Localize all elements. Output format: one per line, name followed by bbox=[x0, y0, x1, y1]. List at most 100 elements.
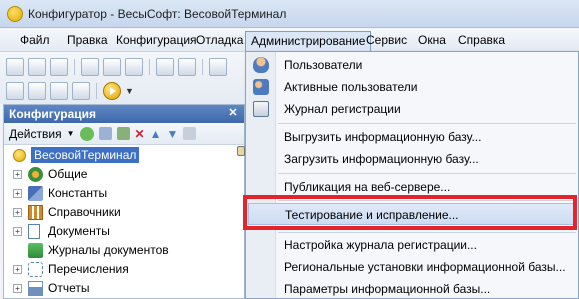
actions-dropdown-icon[interactable]: ▼ bbox=[67, 129, 75, 138]
menu-file[interactable]: Файл bbox=[17, 33, 53, 47]
run-dropdown-icon[interactable]: ▼ bbox=[125, 86, 134, 96]
expand-icon[interactable]: + bbox=[13, 208, 22, 217]
catalogs-icon bbox=[28, 205, 43, 220]
open-file-icon[interactable] bbox=[28, 58, 46, 76]
panel-title: Конфигурация bbox=[9, 107, 97, 121]
actions-menu[interactable]: Действия bbox=[9, 127, 62, 141]
new-file-icon[interactable] bbox=[6, 58, 24, 76]
reports-icon bbox=[28, 281, 43, 296]
tree-root[interactable]: ВесовойТерминал bbox=[4, 146, 245, 165]
tree-item-label: Перечисления bbox=[48, 262, 129, 276]
database-icon[interactable] bbox=[72, 82, 90, 100]
menu-edit[interactable]: Правка bbox=[64, 33, 111, 47]
move-down-icon[interactable]: ▼ bbox=[166, 127, 178, 141]
delete-icon[interactable]: ✕ bbox=[135, 127, 145, 141]
menu-item-label: Настройка журнала регистрации... bbox=[284, 238, 477, 252]
menu-item-label: Загрузить информационную базу... bbox=[284, 152, 479, 166]
tree-item-label: Журналы документов bbox=[48, 243, 169, 257]
menu-item-event-log[interactable]: Журнал регистрации bbox=[246, 98, 578, 120]
cut-icon[interactable] bbox=[81, 58, 99, 76]
menu-item-active-users[interactable]: Активные пользователи bbox=[246, 76, 578, 98]
config-icon[interactable] bbox=[50, 82, 68, 100]
panel-close-icon[interactable]: ✕ bbox=[226, 106, 240, 120]
tree-item-common[interactable]: + Общие bbox=[4, 165, 244, 184]
tree-root-label: ВесовойТерминал bbox=[31, 147, 140, 163]
move-up-icon[interactable]: ▲ bbox=[150, 127, 162, 141]
expand-icon[interactable]: + bbox=[13, 284, 22, 293]
config-tree: ВесовойТерминал + Общие + Константы + Сп… bbox=[4, 146, 245, 298]
menu-item-label: Пользователи bbox=[284, 58, 363, 72]
copy-item-icon[interactable] bbox=[116, 127, 130, 140]
toolbar-separator bbox=[74, 59, 75, 75]
toolbar-separator bbox=[96, 83, 97, 99]
menu-item-regional-settings[interactable]: Региональные установки информационной ба… bbox=[246, 256, 578, 278]
menu-service[interactable]: Сервис bbox=[363, 33, 410, 47]
enums-icon bbox=[28, 262, 43, 277]
log-icon bbox=[253, 101, 269, 117]
title-bar: Конфигуратор - ВесыСофт: ВесовойТерминал bbox=[0, 0, 579, 28]
lock-icon bbox=[237, 146, 245, 156]
administration-dropdown: Пользователи Активные пользователи Журна… bbox=[245, 51, 579, 299]
copy-icon[interactable] bbox=[103, 58, 121, 76]
panel-toolbar: Действия ▼ ✕ ▲ ▼ bbox=[4, 123, 244, 145]
tree-item-journals[interactable]: Журналы документов bbox=[4, 241, 244, 260]
expand-icon[interactable]: + bbox=[13, 189, 22, 198]
undo-icon[interactable] bbox=[209, 58, 227, 76]
tree-item-label: Документы bbox=[48, 224, 110, 238]
tree-item-label: Справочники bbox=[48, 205, 121, 219]
panel-header: Конфигурация ✕ bbox=[4, 105, 244, 123]
tree-item-enums[interactable]: + Перечисления bbox=[4, 260, 244, 279]
expand-icon[interactable]: + bbox=[13, 227, 22, 236]
documents-icon bbox=[28, 224, 40, 239]
menu-bar: Файл Правка Конфигурация Отладка Админис… bbox=[0, 29, 579, 52]
tree-item-documents[interactable]: + Документы bbox=[4, 222, 244, 241]
module-icon[interactable] bbox=[6, 82, 24, 100]
toolbar-separator bbox=[149, 59, 150, 75]
window-title: Конфигуратор - ВесыСофт: ВесовойТерминал bbox=[28, 7, 287, 21]
add-icon[interactable] bbox=[79, 126, 94, 141]
find-icon[interactable] bbox=[178, 58, 196, 76]
menu-separator bbox=[278, 173, 576, 174]
menu-item-web-publish[interactable]: Публикация на веб-сервере... bbox=[246, 176, 578, 198]
menu-item-db-parameters[interactable]: Параметры информационной базы... bbox=[246, 278, 578, 299]
toolbar-separator bbox=[202, 59, 203, 75]
save-icon[interactable] bbox=[50, 58, 68, 76]
tree-item-constants[interactable]: + Константы bbox=[4, 184, 244, 203]
paste-icon[interactable] bbox=[125, 58, 143, 76]
menu-item-label: Активные пользователи bbox=[284, 80, 418, 94]
constants-icon bbox=[28, 186, 43, 201]
menu-item-label: Тестирование и исправление... bbox=[285, 208, 459, 222]
menu-debug[interactable]: Отладка bbox=[193, 33, 246, 47]
app-logo-icon bbox=[7, 6, 23, 22]
journals-icon bbox=[28, 243, 43, 258]
menu-item-label: Публикация на веб-сервере... bbox=[284, 180, 451, 194]
form-icon[interactable] bbox=[28, 82, 46, 100]
menu-item-label: Журнал регистрации bbox=[284, 102, 401, 116]
menu-item-label: Выгрузить информационную базу... bbox=[284, 130, 482, 144]
config-root-icon bbox=[13, 149, 26, 162]
menu-help[interactable]: Справка bbox=[455, 33, 508, 47]
menu-item-log-settings[interactable]: Настройка журнала регистрации... bbox=[246, 234, 578, 256]
edit-icon[interactable] bbox=[98, 127, 112, 140]
configuration-panel: Конфигурация ✕ Действия ▼ ✕ ▲ ▼ ВесовойТ… bbox=[3, 104, 245, 299]
menu-item-export-db[interactable]: Выгрузить информационную базу... bbox=[246, 126, 578, 148]
menu-configuration[interactable]: Конфигурация bbox=[113, 33, 200, 47]
menu-separator bbox=[278, 200, 576, 201]
print-icon[interactable] bbox=[156, 58, 174, 76]
expand-icon[interactable]: + bbox=[13, 265, 22, 274]
tree-item-catalogs[interactable]: + Справочники bbox=[4, 203, 244, 222]
active-users-icon bbox=[253, 79, 269, 95]
expand-icon[interactable]: + bbox=[13, 170, 22, 179]
user-icon bbox=[253, 57, 269, 73]
run-debug-icon[interactable] bbox=[103, 82, 121, 100]
menu-item-import-db[interactable]: Загрузить информационную базу... bbox=[246, 148, 578, 170]
tree-item-reports[interactable]: + Отчеты bbox=[4, 279, 244, 298]
menu-item-test-and-repair[interactable]: Тестирование и исправление... bbox=[248, 203, 576, 225]
menu-item-users[interactable]: Пользователи bbox=[246, 54, 578, 76]
sort-icon[interactable] bbox=[183, 127, 197, 140]
menu-windows[interactable]: Окна bbox=[415, 33, 449, 47]
tree-item-label: Константы bbox=[48, 186, 108, 200]
common-icon bbox=[28, 167, 43, 182]
menu-administration[interactable]: Администрирование bbox=[245, 31, 372, 51]
tree-item-label: Отчеты bbox=[48, 281, 90, 295]
